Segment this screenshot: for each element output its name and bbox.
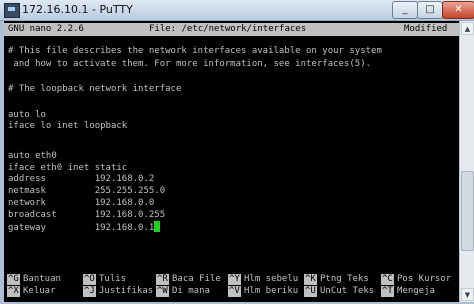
minimize-button[interactable]: _ <box>392 1 418 19</box>
shortcut-label-justify: Justifikas <box>99 286 154 296</box>
shortcut-label-prev-page: Hlm sebelu <box>244 274 299 284</box>
shortcut-label-spell: Mengeja <box>397 286 435 296</box>
shortcut-key-next-page[interactable]: ^V <box>228 286 241 297</box>
shortcut-label-read-file: Baca File <box>172 274 221 284</box>
shortcut-key-exit[interactable]: ^X <box>7 286 20 297</box>
shortcut-key-cut[interactable]: ^K <box>304 274 317 285</box>
putty-icon <box>4 3 20 18</box>
shortcut-key-cursor-pos[interactable]: ^C <box>381 274 394 285</box>
shortcut-key-help[interactable]: ^G <box>7 274 20 285</box>
shortcut-label-where-is: Di mana <box>172 286 210 296</box>
shortcut-key-prev-page[interactable]: ^Y <box>228 274 241 285</box>
text-cursor <box>154 221 161 232</box>
shortcut-label-exit: Keluar <box>23 286 56 296</box>
scroll-down-icon[interactable]: ▼ <box>461 288 474 301</box>
shortcut-label-cursor-pos: Pos Kursor <box>397 274 452 284</box>
editor-line: gateway 192.168.0.1 <box>8 223 155 233</box>
editor-line: # This file describes the network interf… <box>8 46 382 56</box>
terminal-area[interactable]: GNU nano 2.2.6 File: /etc/network/interf… <box>4 21 459 302</box>
shortcut-key-spell[interactable]: ^T <box>381 286 394 297</box>
shortcut-label-write: Tulis <box>99 274 127 284</box>
shortcut-key-read-file[interactable]: ^R <box>156 274 169 285</box>
nano-file-name: File: /etc/network/interfaces <box>149 24 307 34</box>
maximize-button[interactable]: □ <box>417 1 443 19</box>
nano-status: Modified <box>404 24 448 34</box>
nano-version: GNU nano 2.2.6 <box>8 24 84 34</box>
editor-line: and how to activate them. For more infor… <box>8 59 372 69</box>
editor-line: iface lo inet loopback <box>8 121 128 131</box>
scroll-up-icon[interactable]: ▲ <box>461 22 474 35</box>
shortcut-label-uncut: UnCut Teks <box>320 286 375 296</box>
title-bar[interactable]: 172.16.10.1 - PuTTY _ □ ✕ <box>0 0 474 21</box>
editor-line: # The loopback network interface <box>8 84 182 94</box>
shortcut-key-write[interactable]: ^O <box>83 274 96 285</box>
editor-line-cursor[interactable]: gateway 192.168.0.1 <box>8 221 161 234</box>
shortcut-key-justify[interactable]: ^J <box>83 286 96 297</box>
vertical-scrollbar[interactable]: ▲ ▼ <box>459 21 474 302</box>
scroll-thumb[interactable] <box>461 171 474 251</box>
window-title: 172.16.10.1 - PuTTY <box>22 3 133 16</box>
close-button[interactable]: ✕ <box>442 1 474 19</box>
shortcut-label-next-page: Hlm beriku <box>244 286 299 296</box>
shortcut-key-where-is[interactable]: ^W <box>156 286 169 297</box>
shortcut-label-help: Bantuan <box>23 274 61 284</box>
shortcut-label-cut: Ptng Teks <box>320 274 369 284</box>
shortcut-key-uncut[interactable]: ^U <box>304 286 317 297</box>
putty-window: 172.16.10.1 - PuTTY _ □ ✕ GNU nano 2.2.6… <box>0 0 474 304</box>
